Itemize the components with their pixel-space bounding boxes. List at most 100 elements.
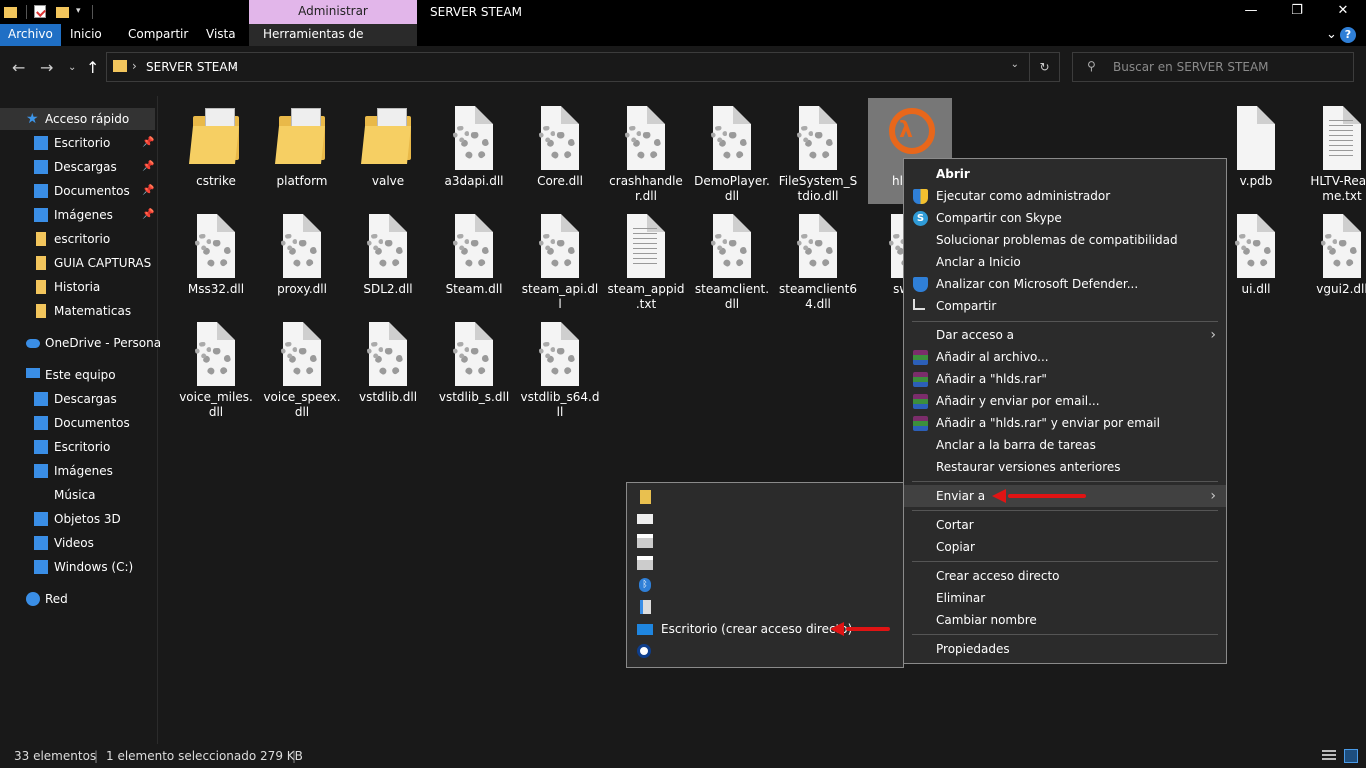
window-title: SERVER STEAM	[430, 5, 522, 19]
file-item[interactable]: vstdlib.dll	[346, 314, 430, 420]
menu-defender-scan[interactable]: Analizar con Microsoft Defender...	[904, 273, 1226, 295]
menu-add-email[interactable]: Añadir y enviar por email...	[904, 390, 1226, 412]
file-item[interactable]: DemoPlayer. dll	[690, 98, 774, 204]
file-item[interactable]: FileSystem_S tdio.dll	[776, 98, 860, 204]
file-item[interactable]: Steam.dll	[432, 206, 516, 312]
menu-add-rar[interactable]: Añadir a "hlds.rar"	[904, 368, 1226, 390]
address-bar[interactable]: › SERVER STEAM › ⌄ ↻	[106, 52, 1060, 82]
file-item[interactable]: voice_miles. dll	[174, 314, 258, 420]
file-item[interactable]: vstdlib_s64.d ll	[518, 314, 602, 420]
fax-recipient-icon	[637, 556, 653, 570]
dll-file-icon	[707, 106, 757, 170]
file-item[interactable]: cstrike	[174, 98, 258, 204]
teamviewer-icon	[637, 644, 651, 658]
menu-pin-start[interactable]: Anclar a Inicio	[904, 251, 1226, 273]
send-to-teamviewer[interactable]	[627, 640, 903, 662]
tab-inicio[interactable]: Inicio	[62, 24, 110, 46]
details-view-icon[interactable]	[1322, 750, 1336, 762]
dll-file-icon	[535, 322, 585, 386]
refresh-icon[interactable]: ↻	[1029, 53, 1059, 81]
search-box[interactable]: ⚲ Buscar en SERVER STEAM	[1072, 52, 1354, 82]
search-placeholder[interactable]: Buscar en SERVER STEAM	[1113, 60, 1269, 74]
dll-file-icon	[621, 106, 671, 170]
menu-separator	[912, 481, 1218, 482]
menu-separator	[912, 561, 1218, 562]
send-to-fax-recipient[interactable]	[627, 552, 903, 574]
menu-rename[interactable]: Cambiar nombre	[904, 609, 1226, 631]
file-item[interactable]: SDL2.dll	[346, 206, 430, 312]
file-item[interactable]: steamclient6 4.dll	[776, 206, 860, 312]
folder-icon	[113, 60, 127, 72]
customize-quick-access-icon[interactable]: ▾	[76, 6, 81, 20]
chevron-down-icon[interactable]: ⌄	[1011, 59, 1019, 70]
menu-add-archive[interactable]: Añadir al archivo...	[904, 346, 1226, 368]
menu-restore-versions[interactable]: Restaurar versiones anteriores	[904, 456, 1226, 478]
menu-share[interactable]: Compartir	[904, 295, 1226, 317]
breadcrumb-current[interactable]: SERVER STEAM	[146, 60, 238, 74]
separator: |	[292, 749, 297, 763]
send-to-bluetooth[interactable]: ᛒ	[627, 574, 903, 596]
file-item[interactable]: proxy.dll	[260, 206, 344, 312]
send-to-documents[interactable]	[627, 596, 903, 618]
recent-locations-icon[interactable]: ⌄	[68, 62, 76, 73]
file-item[interactable]: platform	[260, 98, 344, 204]
tab-herramientas[interactable]: Herramientas de aplicación	[249, 24, 417, 62]
file-item[interactable]: a3dapi.dll	[432, 98, 516, 204]
menu-give-access[interactable]: Dar acceso a ›	[904, 324, 1226, 346]
menu-troubleshoot[interactable]: Solucionar problemas de compatibilidad	[904, 229, 1226, 251]
minimize-button[interactable]: —	[1228, 0, 1274, 24]
file-item[interactable]: HLTV-Read me.txt	[1300, 98, 1366, 204]
back-arrow-icon[interactable]: ←	[12, 58, 25, 77]
new-folder-icon[interactable]	[56, 7, 69, 18]
send-to-zip[interactable]	[627, 486, 903, 508]
folder-icon	[189, 106, 241, 170]
folder-icon	[36, 232, 46, 246]
mail-icon	[637, 514, 653, 524]
menu-run-as-admin[interactable]: Ejecutar como administrador	[904, 185, 1226, 207]
dll-file-icon	[277, 214, 327, 278]
menu-delete[interactable]: Eliminar	[904, 587, 1226, 609]
file-item[interactable]: Mss32.dll	[174, 206, 258, 312]
tab-vista[interactable]: Vista	[198, 24, 244, 46]
menu-open[interactable]: Abrir	[904, 163, 1226, 185]
dll-file-icon	[793, 214, 843, 278]
folder-icon	[34, 536, 48, 550]
context-menu: Abrir Ejecutar como administrador S Compa…	[903, 158, 1227, 664]
help-icon[interactable]: ?	[1340, 27, 1356, 43]
file-item[interactable]: steam_api.dl l	[518, 206, 602, 312]
send-to-mail[interactable]	[627, 508, 903, 530]
menu-share-skype[interactable]: S Compartir con Skype	[904, 207, 1226, 229]
file-item[interactable]: vstdlib_s.dll	[432, 314, 516, 420]
file-name: a3dapi.dll	[444, 174, 504, 188]
file-item[interactable]: valve	[346, 98, 430, 204]
close-button[interactable]: ✕	[1320, 0, 1366, 24]
file-name: vgui2.dll	[1316, 282, 1366, 296]
menu-cut[interactable]: Cortar	[904, 514, 1226, 536]
menu-copy[interactable]: Copiar	[904, 536, 1226, 558]
annotation-arrow-line	[846, 627, 890, 631]
file-item[interactable]: crashhandle r.dll	[604, 98, 688, 204]
chevron-right-icon[interactable]: ›	[233, 59, 238, 73]
documents-icon	[640, 600, 651, 614]
file-item[interactable]: steamclient. dll	[690, 206, 774, 312]
defender-icon	[913, 277, 928, 292]
file-item[interactable]: Core.dll	[518, 98, 602, 204]
properties-icon[interactable]	[34, 5, 46, 18]
large-icons-view-icon[interactable]	[1344, 749, 1358, 763]
menu-pin-taskbar[interactable]: Anclar a la barra de tareas	[904, 434, 1226, 456]
file-item[interactable]: voice_speex. dll	[260, 314, 344, 420]
menu-separator	[912, 321, 1218, 322]
file-item[interactable]: steam_appid .txt	[604, 206, 688, 312]
menu-add-rar-email[interactable]: Añadir a "hlds.rar" y enviar por email	[904, 412, 1226, 434]
send-to-fax[interactable]	[627, 530, 903, 552]
chevron-right-icon[interactable]: ›	[132, 59, 137, 73]
tab-archivo[interactable]: Archivo	[0, 24, 61, 46]
menu-properties[interactable]: Propiedades	[904, 638, 1226, 660]
tab-compartir[interactable]: Compartir	[120, 24, 196, 46]
file-name: voice_speex. dll	[263, 390, 341, 419]
forward-arrow-icon[interactable]: →	[40, 58, 53, 77]
file-item[interactable]: vgui2.dll	[1300, 206, 1366, 312]
maximize-button[interactable]: ❐	[1274, 0, 1320, 24]
menu-create-shortcut[interactable]: Crear acceso directo	[904, 565, 1226, 587]
up-arrow-icon[interactable]: ↑	[86, 58, 99, 77]
